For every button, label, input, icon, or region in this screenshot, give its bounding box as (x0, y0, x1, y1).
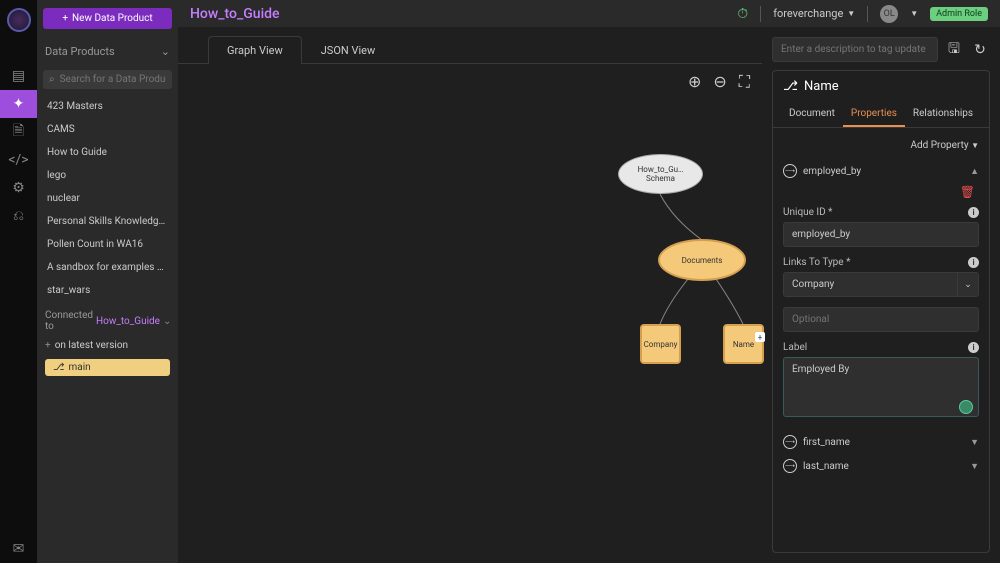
tab-graph-view[interactable]: Graph View (208, 36, 302, 64)
branch-chip[interactable]: ⎇main (45, 359, 170, 376)
optional-input[interactable] (783, 307, 979, 332)
rail-code-icon[interactable]: </> (0, 146, 37, 174)
list-item[interactable]: star_wars (43, 279, 172, 302)
tag-description-input[interactable] (772, 37, 938, 62)
divider (760, 6, 761, 22)
search-icon: ⌕ (49, 74, 55, 85)
list-item[interactable]: How to Guide (43, 141, 172, 164)
caret-down-icon: ▼ (971, 141, 979, 150)
tab-json-view[interactable]: JSON View (302, 36, 395, 64)
search-input-wrap: ⌕ (43, 70, 172, 89)
chevron-down-icon: ⌄ (161, 45, 170, 58)
caret-down-icon: ▼ (847, 9, 855, 18)
data-products-header[interactable]: Data Products⌄ (43, 39, 172, 64)
list-item[interactable]: nuclear (43, 187, 172, 210)
link-icon: ⟶ (783, 164, 797, 178)
tab-json[interactable]: JSON (981, 102, 990, 127)
rail-book-icon[interactable]: ▤ (0, 62, 37, 90)
rail-doc-icon[interactable]: 🗎 (0, 118, 37, 146)
delete-icon[interactable]: 🗑 (783, 183, 979, 207)
timer-icon[interactable]: ⏱ (737, 6, 748, 22)
avatar[interactable]: OL (880, 5, 898, 23)
connected-link[interactable]: How_to_Guide (96, 316, 160, 327)
rail-settings-icon[interactable]: ⚙ (0, 174, 37, 202)
label-textarea[interactable] (783, 357, 979, 417)
node-documents[interactable]: Documents (658, 239, 746, 281)
property-row-last-name[interactable]: ⟶last_name ▼ (783, 454, 979, 478)
admin-badge[interactable]: Admin Role (930, 7, 988, 21)
graph-canvas[interactable]: How_to_Gu… Schema Documents Company Name… (178, 64, 762, 563)
list-item[interactable]: 423 Masters (43, 95, 172, 118)
page-title: How_to_Guide (190, 6, 280, 22)
link-icon: ⟶ (783, 435, 797, 449)
caret-down-icon[interactable]: ▼ (910, 9, 918, 18)
search-input[interactable] (60, 74, 166, 85)
workspace-menu[interactable]: foreverchange▼ (773, 7, 855, 20)
refresh-icon[interactable]: ↻ (970, 40, 990, 60)
chevron-up-icon: ▲ (970, 166, 979, 177)
new-data-product-button[interactable]: +New Data Product (43, 8, 172, 29)
chevron-down-icon: ▼ (970, 437, 979, 448)
panel-title: ⎇Name (773, 71, 989, 102)
node-add-icon[interactable]: + (755, 332, 765, 342)
list-item[interactable]: Pollen Count in WA16 (43, 233, 172, 256)
node-schema[interactable]: How_to_Gu… Schema (618, 154, 703, 194)
chevron-down-icon[interactable]: ⌄ (163, 316, 171, 327)
node-company[interactable]: Company (640, 324, 681, 364)
rail-mail-icon[interactable]: ✉ (0, 535, 37, 563)
label-label: Label (783, 342, 807, 353)
links-to-type-select[interactable]: Company (783, 272, 957, 297)
rail-graph-icon[interactable]: ✦ (0, 90, 37, 118)
list-item[interactable]: Personal Skills Knowledge Gr… (43, 210, 172, 233)
info-icon[interactable]: i (968, 342, 979, 353)
tab-properties[interactable]: Properties (843, 102, 905, 127)
node-name[interactable]: Name (723, 324, 764, 364)
list-item[interactable]: lego (43, 164, 172, 187)
grammarly-icon[interactable] (959, 400, 973, 414)
rail-pr-icon[interactable]: ⎌ (0, 202, 37, 230)
list-item[interactable]: A sandbox for examples and r… (43, 256, 172, 279)
latest-version-label: +on latest version (43, 336, 172, 355)
link-icon: ⟶ (783, 459, 797, 473)
tab-document[interactable]: Document (781, 102, 843, 127)
branch-icon: ⎇ (783, 79, 798, 94)
data-product-list: 423 Masters CAMS How to Guide lego nucle… (43, 95, 172, 302)
connected-label: Connected to How_to_Guide ⌄ (43, 302, 172, 336)
branch-icon: ⎇ (53, 362, 65, 373)
app-logo[interactable] (7, 8, 31, 32)
links-to-type-label: Links To Type * (783, 257, 850, 268)
unique-id-label: Unique ID * (783, 207, 833, 218)
chevron-down-icon: ▼ (970, 461, 979, 472)
unique-id-input[interactable] (783, 222, 979, 247)
property-row-employed-by[interactable]: ⟶employed_by ▲ (783, 159, 979, 183)
save-icon[interactable]: 🖫 (944, 40, 964, 60)
list-item[interactable]: CAMS (43, 118, 172, 141)
info-icon[interactable]: i (968, 207, 979, 218)
divider (867, 6, 868, 22)
plus-icon: + (62, 13, 68, 24)
property-row-first-name[interactable]: ⟶first_name ▼ (783, 430, 979, 454)
add-property-button[interactable]: Add Property ▼ (783, 136, 979, 159)
tab-relationships[interactable]: Relationships (905, 102, 981, 127)
chevron-down-icon[interactable]: ⌄ (957, 272, 979, 297)
info-icon[interactable]: i (968, 257, 979, 268)
